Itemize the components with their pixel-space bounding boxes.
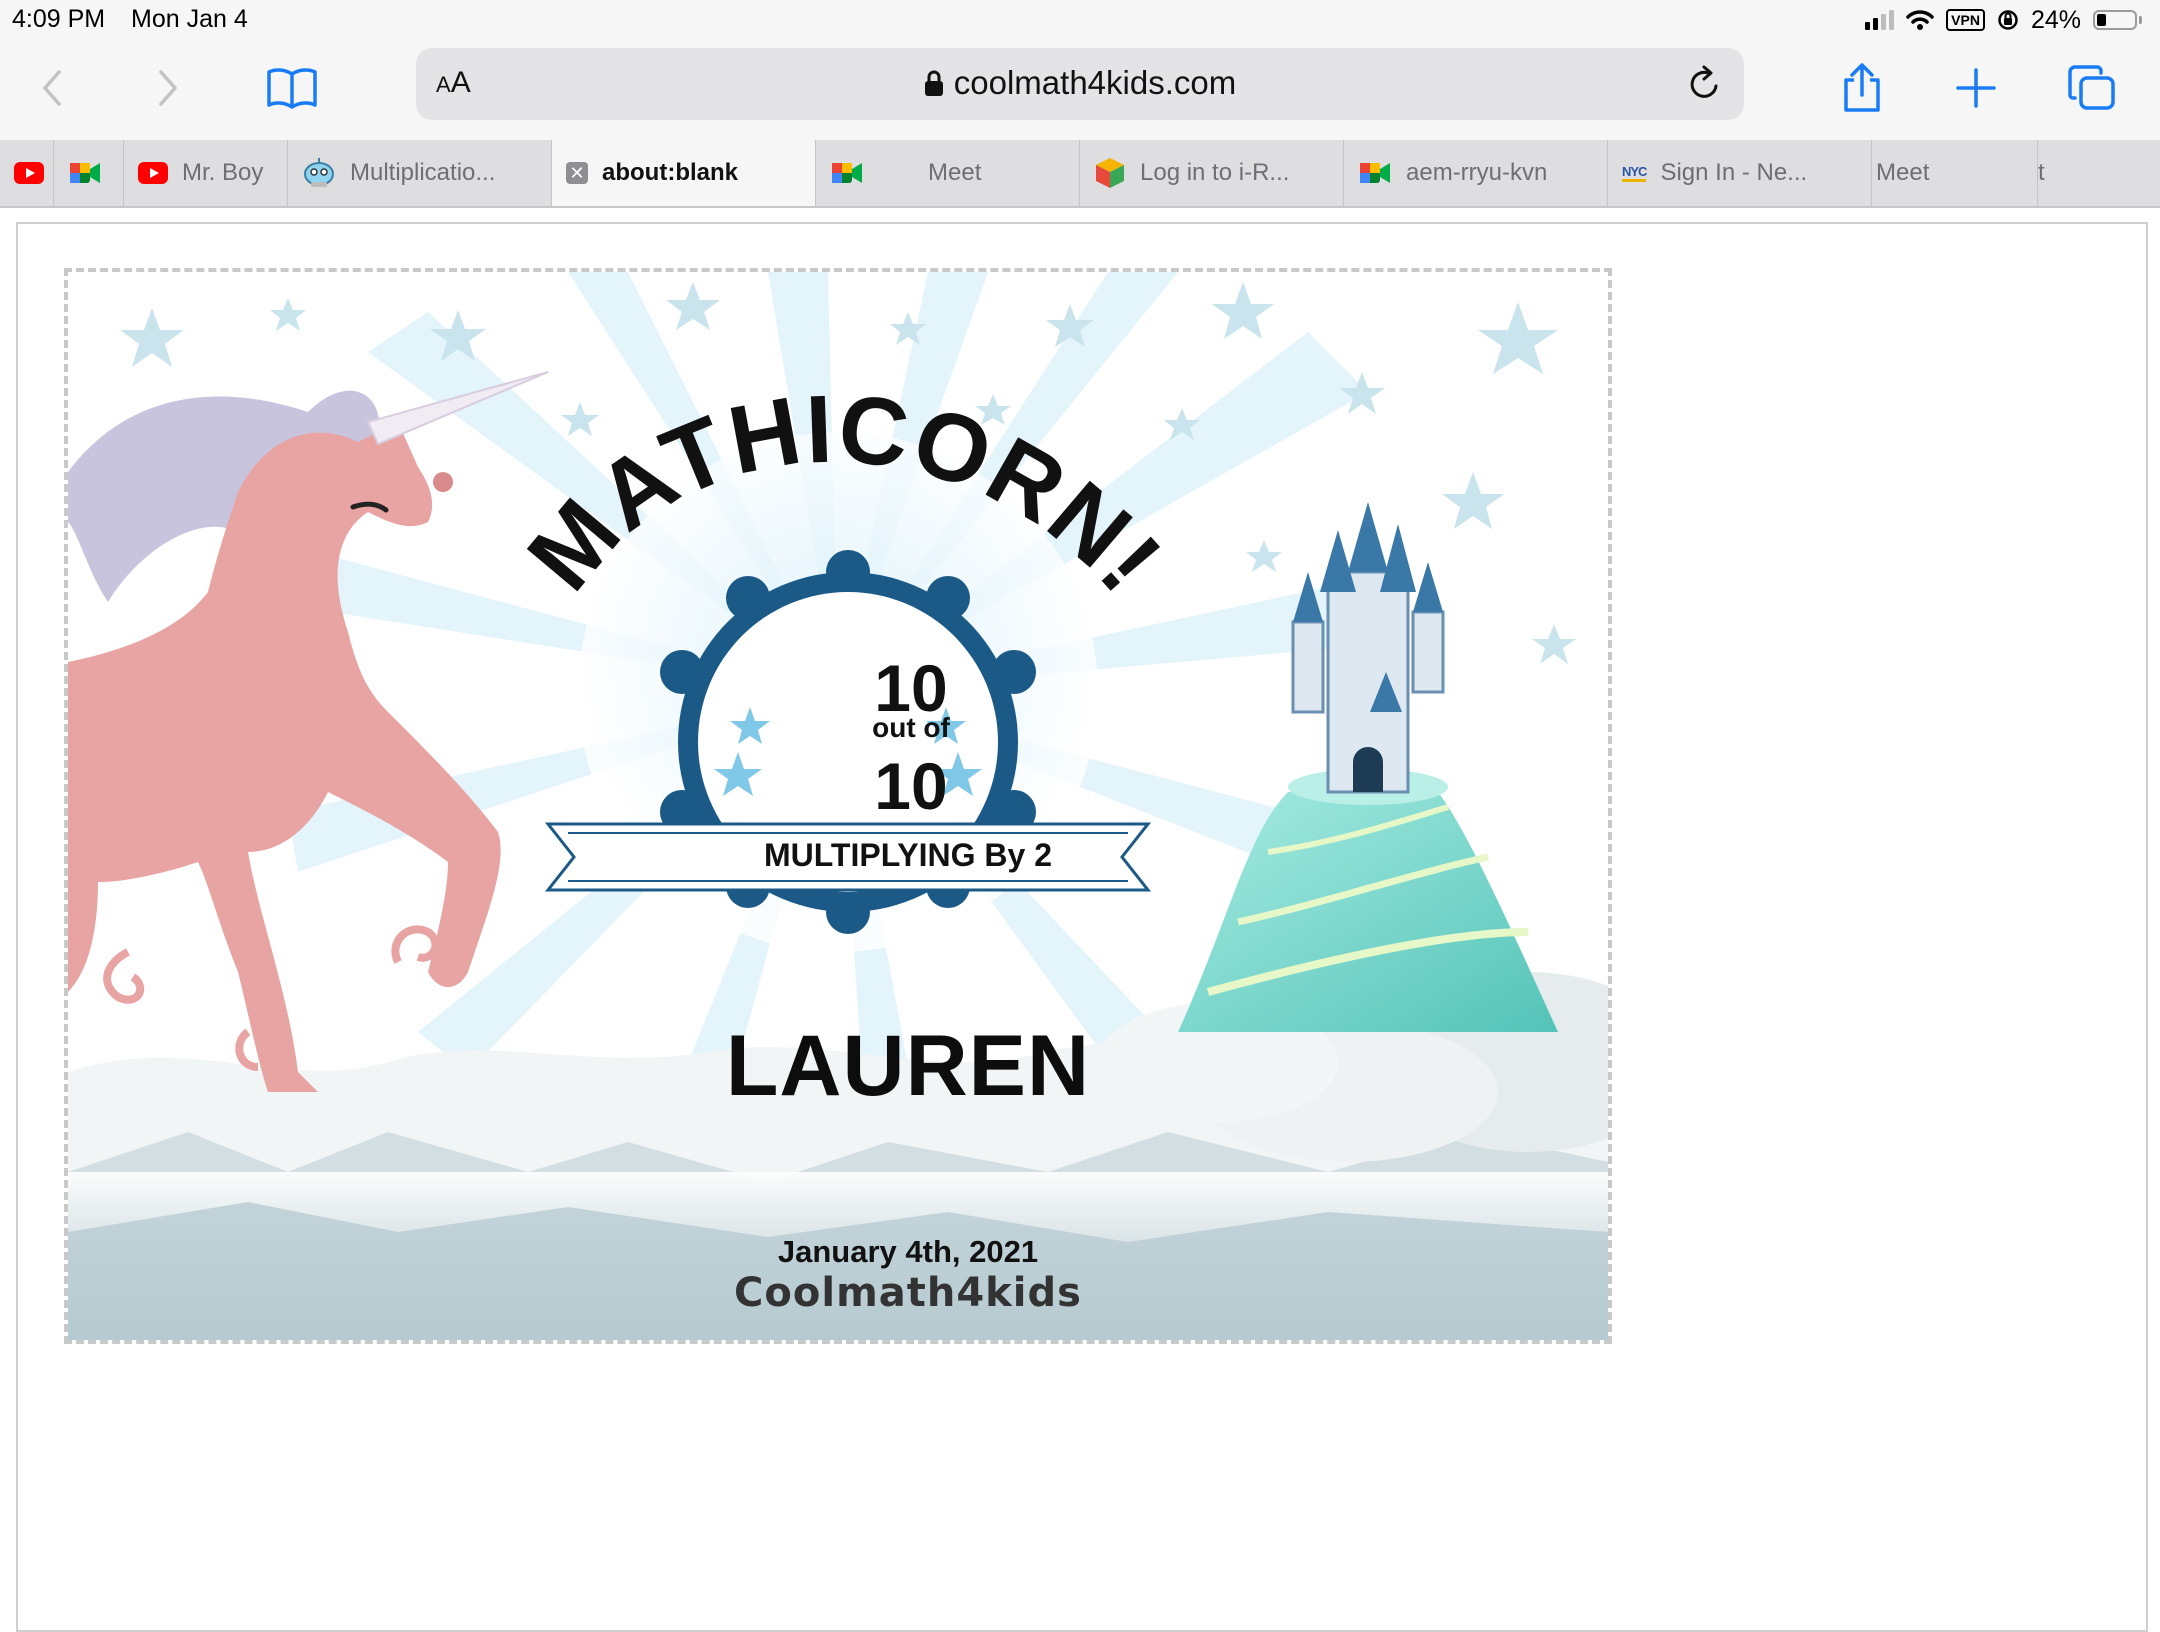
vpn-badge: VPN bbox=[1946, 9, 1985, 31]
tab-title: Sign In - Ne... bbox=[1660, 159, 1808, 186]
new-tab-button[interactable] bbox=[1946, 58, 2006, 118]
skill-label: MULTIPLYING By 2 bbox=[763, 837, 1053, 873]
url-text: coolmath4kids.com bbox=[953, 64, 1237, 101]
cube-icon bbox=[1094, 156, 1126, 190]
certificate: MATHICORN! 10 out of 10 MULTIPLYING By 2… bbox=[64, 268, 1612, 1344]
robot-icon bbox=[302, 156, 336, 190]
tab-title: Multiplicatio... bbox=[350, 159, 496, 186]
battery-percent: 24% bbox=[2030, 5, 2081, 34]
lock-icon bbox=[924, 70, 943, 96]
tab-meet-4[interactable]: Meet bbox=[1872, 140, 2038, 206]
brand-logo: Coolmath4kids bbox=[734, 1270, 1082, 1316]
tab-overview-button[interactable] bbox=[2062, 58, 2122, 118]
chevron-right-icon bbox=[159, 70, 177, 106]
status-bar: 4:09 PM Mon Jan 4 VPN 24% bbox=[0, 0, 2160, 40]
forward-button[interactable] bbox=[138, 58, 198, 118]
tab-meet-2[interactable]: Meet bbox=[816, 140, 1080, 206]
nyc-icon: NYC bbox=[1622, 164, 1647, 182]
share-icon bbox=[1844, 63, 1880, 112]
tab-youtube-1[interactable] bbox=[0, 140, 54, 206]
share-button[interactable] bbox=[1832, 58, 1892, 118]
tab-multiplication[interactable]: Multiplicatio... bbox=[288, 140, 552, 206]
status-indicators: VPN 24% bbox=[1865, 5, 2142, 35]
url-display[interactable]: coolmath4kids.com bbox=[416, 64, 1744, 102]
tab-sign-in[interactable]: NYC Sign In - Ne... bbox=[1608, 140, 1872, 206]
browser-toolbar: AA coolmath4kids.com bbox=[0, 40, 2160, 140]
tab-title: t bbox=[2038, 159, 2045, 186]
tab-about-blank[interactable]: ✕ about:blank bbox=[552, 140, 816, 206]
chevron-left-icon bbox=[43, 70, 61, 106]
youtube-icon bbox=[14, 162, 44, 184]
back-button[interactable] bbox=[22, 58, 82, 118]
close-tab-icon[interactable]: ✕ bbox=[566, 162, 588, 184]
orientation-lock-icon bbox=[1998, 10, 2018, 30]
address-bar[interactable]: AA coolmath4kids.com bbox=[416, 48, 1744, 120]
tab-partial[interactable]: t bbox=[2038, 140, 2160, 206]
certificate-date: January 4th, 2021 bbox=[777, 1234, 1039, 1269]
google-meet-icon bbox=[830, 159, 864, 187]
status-time: 4:09 PM bbox=[12, 5, 106, 33]
tab-meet-3[interactable]: aem-rryu-kvn bbox=[1344, 140, 1608, 206]
status-date: Mon Jan 4 bbox=[131, 5, 248, 33]
google-meet-icon bbox=[1358, 159, 1392, 187]
tab-title: aem-rryu-kvn bbox=[1406, 159, 1548, 186]
battery-icon bbox=[2093, 10, 2142, 30]
out-of-label: out of bbox=[872, 712, 950, 743]
reload-icon[interactable] bbox=[1686, 64, 1724, 104]
cellular-signal-icon bbox=[1865, 10, 1895, 30]
score-total: 10 bbox=[874, 749, 948, 823]
tab-strip: Mr. Boy Multiplicatio... ✕ about:blank M… bbox=[0, 140, 2160, 208]
book-icon bbox=[267, 68, 317, 109]
bookmarks-button[interactable] bbox=[262, 58, 322, 118]
tab-title: Meet bbox=[928, 159, 982, 186]
tab-title: about:blank bbox=[602, 159, 738, 186]
youtube-icon bbox=[138, 162, 168, 184]
tab-title: Mr. Boy bbox=[182, 159, 264, 186]
google-meet-icon bbox=[68, 159, 102, 187]
tabs-icon bbox=[2068, 65, 2115, 110]
plus-icon bbox=[1956, 68, 1996, 108]
tab-meet-1[interactable] bbox=[54, 140, 124, 206]
tab-title: Meet bbox=[1876, 159, 1930, 186]
tab-youtube-mr-boy[interactable]: Mr. Boy bbox=[124, 140, 288, 206]
student-name: LAUREN bbox=[725, 1018, 1091, 1114]
tab-i-ready[interactable]: Log in to i-R... bbox=[1080, 140, 1344, 206]
wifi-icon bbox=[1906, 10, 1934, 30]
tab-title: Log in to i-R... bbox=[1140, 159, 1290, 186]
